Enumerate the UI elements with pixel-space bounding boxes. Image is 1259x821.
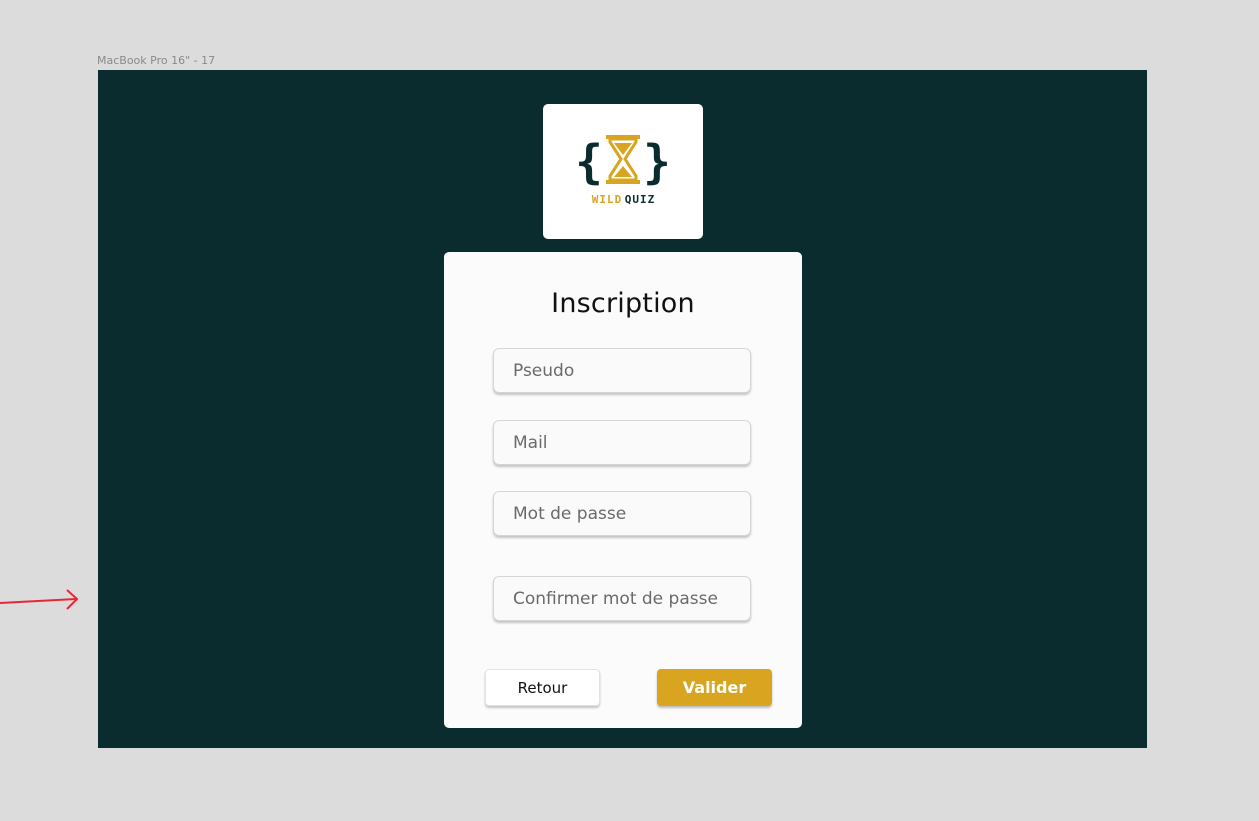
- back-button[interactable]: Retour: [485, 669, 600, 706]
- hourglass-icon: [606, 135, 640, 184]
- mail-input[interactable]: [493, 420, 751, 465]
- signup-card: Inscription Retour Valider: [444, 252, 802, 728]
- page-title: Inscription: [551, 288, 695, 319]
- app-screen: { } WILD QUIZ Inscription Retour Valider: [98, 70, 1147, 748]
- annotation-arrow: [0, 589, 79, 610]
- submit-button[interactable]: Valider: [657, 669, 772, 706]
- left-brace-icon: {: [575, 135, 603, 189]
- password-input[interactable]: [493, 491, 751, 536]
- right-brace-icon: }: [643, 135, 671, 189]
- frame-label: MacBook Pro 16" - 17: [97, 54, 216, 67]
- confirm-password-input[interactable]: [493, 576, 751, 621]
- logo-word-wild: WILD: [592, 193, 623, 206]
- logo-card: { } WILD QUIZ: [543, 104, 703, 239]
- pseudo-input[interactable]: [493, 348, 751, 393]
- wildquiz-logo: { } WILD QUIZ: [575, 135, 671, 206]
- logo-word-quiz: QUIZ: [625, 193, 656, 206]
